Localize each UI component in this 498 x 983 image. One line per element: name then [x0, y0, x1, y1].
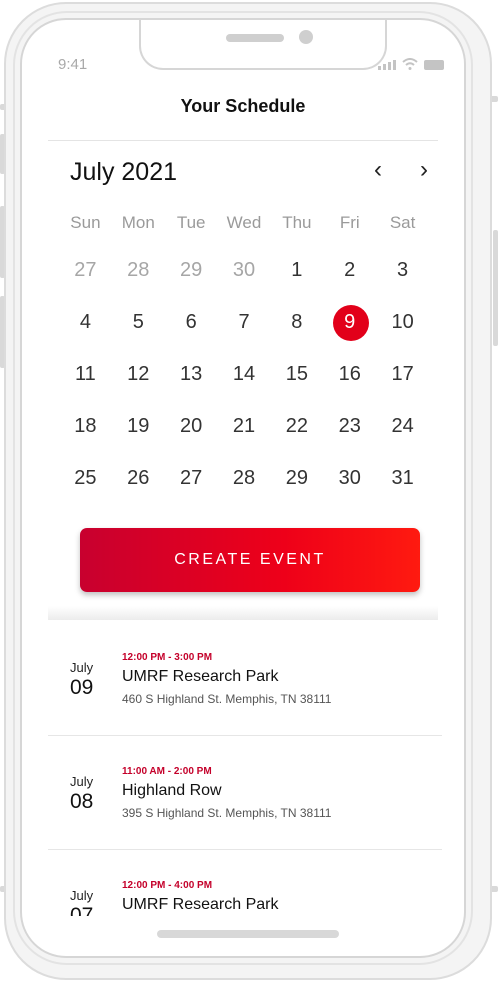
calendar-day[interactable]: 15 — [270, 363, 323, 386]
event-month: July — [70, 774, 94, 789]
event-item[interactable]: July 09 12:00 PM - 3:00 PM UMRF Research… — [48, 622, 442, 736]
calendar-day[interactable]: 2 — [323, 259, 376, 282]
calendar-day[interactable]: 14 — [218, 363, 271, 386]
calendar-day[interactable]: 11 — [59, 363, 112, 386]
calendar-day[interactable]: 30 — [323, 467, 376, 490]
calendar-day[interactable]: 23 — [323, 415, 376, 438]
status-icons — [378, 58, 444, 70]
page-title: Your Schedule — [180, 96, 306, 116]
camera-icon — [299, 30, 313, 44]
calendar-day[interactable]: 29 — [165, 259, 218, 282]
chevron-left-icon[interactable]: ‹ — [374, 156, 382, 184]
event-title: UMRF Research Park — [122, 668, 279, 685]
weekday-label: Fri — [339, 213, 360, 232]
phone-screen: 9:41 Your Schedule July 2021 ‹ › Sun Mon… — [20, 18, 466, 958]
calendar-day[interactable]: 18 — [59, 415, 112, 438]
notch — [139, 20, 387, 70]
weekday-label: Wed — [226, 213, 262, 232]
calendar-day[interactable]: 29 — [270, 467, 323, 490]
calendar-day[interactable]: 24 — [376, 415, 429, 438]
calendar-day[interactable]: 1 — [270, 259, 323, 282]
calendar-day[interactable]: 31 — [376, 467, 429, 490]
speaker-grille — [226, 34, 284, 42]
calendar-day[interactable]: 3 — [376, 259, 429, 282]
calendar-day[interactable]: 26 — [112, 467, 165, 490]
weekday-header: Sun Mon Tue Wed Thu Fri Sat — [59, 210, 429, 236]
calendar-day[interactable]: 16 — [323, 363, 376, 386]
section-divider — [48, 606, 438, 620]
calendar-week: 18 19 20 21 22 23 24 — [59, 400, 429, 452]
calendar-day[interactable]: 30 — [218, 259, 271, 282]
calendar-day[interactable]: 21 — [218, 415, 271, 438]
calendar-day[interactable]: 4 — [59, 311, 112, 334]
event-item[interactable]: July 07 12:00 PM - 4:00 PM UMRF Research… — [48, 850, 442, 916]
event-title: UMRF Research Park — [122, 896, 279, 913]
chevron-right-icon[interactable]: › — [420, 156, 428, 184]
calendar-week: 27 28 29 30 1 2 3 — [59, 244, 429, 296]
event-time: 11:00 AM - 2:00 PM — [122, 766, 212, 777]
calendar-day[interactable]: 6 — [165, 311, 218, 334]
calendar-day[interactable]: 7 — [218, 311, 271, 334]
event-day: 07 — [70, 904, 94, 916]
calendar-month-label: July 2021 — [70, 158, 178, 186]
event-item[interactable]: July 08 11:00 AM - 2:00 PM Highland Row … — [48, 736, 442, 850]
event-address: 395 S Highland St. Memphis, TN 38111 — [122, 806, 332, 820]
event-address: 460 S Highland St. Memphis, TN 38111 — [122, 692, 332, 706]
calendar-week: 11 12 13 14 15 16 17 — [59, 348, 429, 400]
calendar-day-selected[interactable]: 9 — [323, 304, 376, 341]
power-button — [493, 230, 498, 346]
event-title: Highland Row — [122, 782, 222, 799]
calendar-day[interactable]: 19 — [112, 415, 165, 438]
calendar-day[interactable]: 13 — [165, 363, 218, 386]
calendar-day[interactable]: 25 — [59, 467, 112, 490]
create-event-button[interactable]: CREATE EVENT — [80, 528, 420, 592]
calendar-day[interactable]: 17 — [376, 363, 429, 386]
event-day: 09 — [70, 676, 94, 699]
signal-icon — [378, 60, 396, 70]
weekday-label: Sat — [389, 213, 416, 232]
calendar-day[interactable]: 20 — [165, 415, 218, 438]
status-time: 9:41 — [58, 56, 88, 73]
calendar-grid: Sun Mon Tue Wed Thu Fri Sat 27 28 29 30 … — [59, 210, 429, 504]
weekday-label: Sun — [70, 213, 101, 232]
event-month: July — [70, 888, 94, 903]
event-month: July — [70, 660, 94, 675]
calendar-day[interactable]: 5 — [112, 311, 165, 334]
calendar-week: 25 26 27 28 29 30 31 — [59, 452, 429, 504]
calendar-day[interactable]: 22 — [270, 415, 323, 438]
calendar-day[interactable]: 28 — [218, 467, 271, 490]
calendar-week: 4 5 6 7 8 9 10 — [59, 296, 429, 348]
calendar-day[interactable]: 27 — [165, 467, 218, 490]
calendar-day[interactable]: 12 — [112, 363, 165, 386]
weekday-label: Thu — [282, 213, 312, 232]
home-indicator[interactable] — [157, 930, 339, 938]
weekday-label: Tue — [176, 213, 206, 232]
calendar-day[interactable]: 28 — [112, 259, 165, 282]
calendar-day[interactable]: 27 — [59, 259, 112, 282]
wifi-icon — [402, 58, 418, 70]
battery-icon — [424, 60, 444, 70]
calendar-day[interactable]: 8 — [270, 311, 323, 334]
event-day: 08 — [70, 790, 94, 813]
event-time: 12:00 PM - 4:00 PM — [122, 880, 213, 891]
calendar-day[interactable]: 10 — [376, 311, 429, 334]
selected-day-label: 9 — [344, 310, 356, 333]
event-time: 12:00 PM - 3:00 PM — [122, 652, 213, 663]
header-divider — [48, 140, 438, 141]
weekday-label: Mon — [121, 213, 155, 232]
